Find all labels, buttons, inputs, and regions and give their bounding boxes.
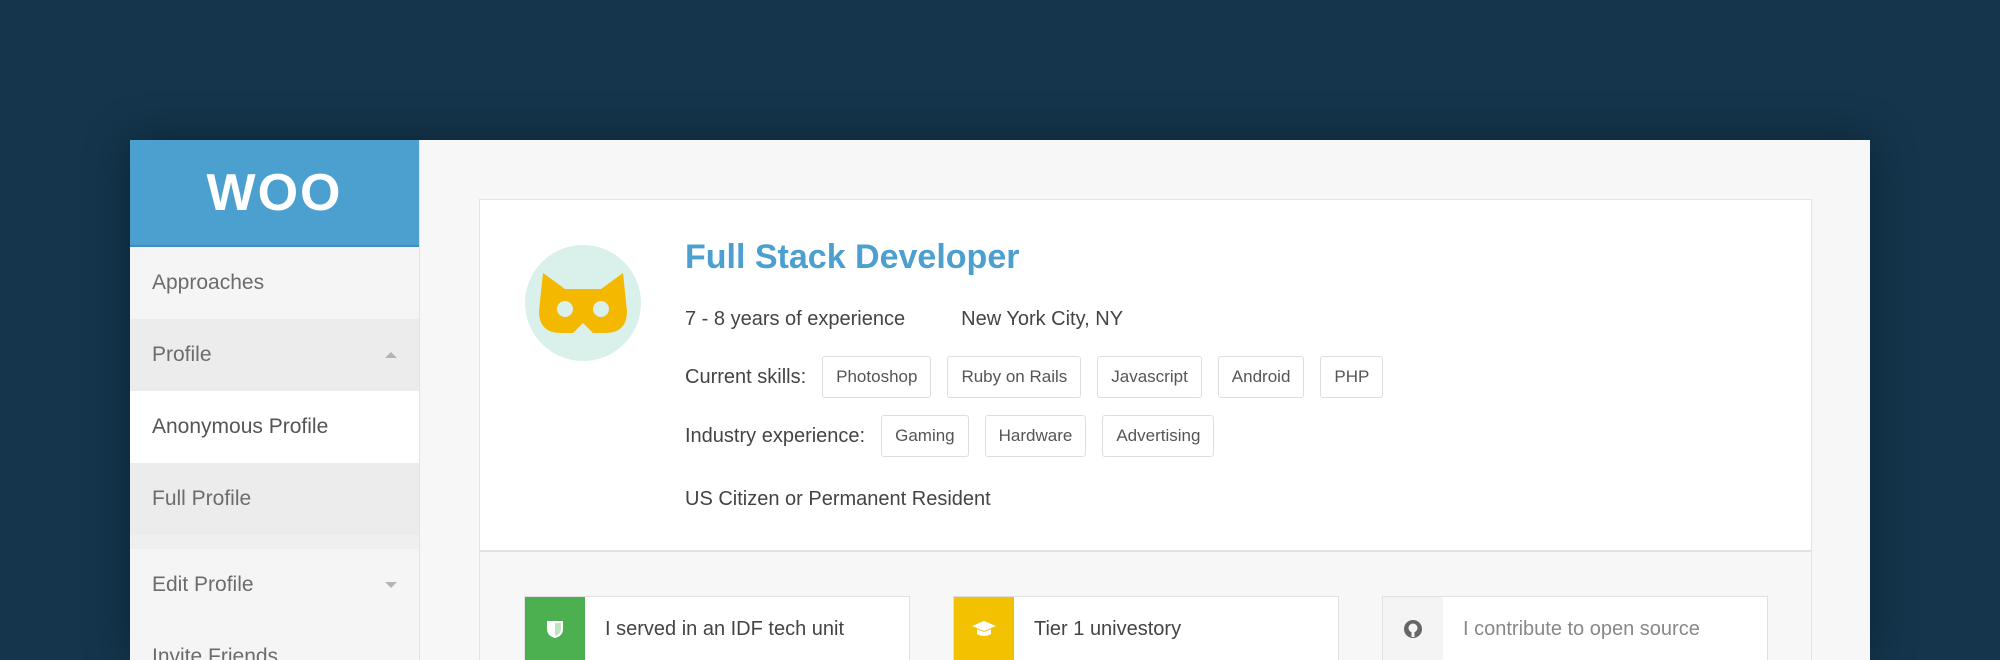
profile-meta: 7 - 8 years of experience New York City,… (685, 308, 1123, 331)
industry-tag[interactable]: Gaming (881, 415, 969, 457)
sidebar-item-profile[interactable]: Profile (130, 319, 419, 391)
avatar (525, 245, 641, 361)
sidebar-item-anonymous-profile[interactable]: Anonymous Profile (130, 391, 419, 463)
graduation-cap-icon (954, 597, 1014, 660)
skill-tag[interactable]: Android (1217, 356, 1305, 398)
skill-tag[interactable]: PHP (1320, 356, 1384, 398)
badge-label: Tier 1 univestory (1034, 617, 1182, 640)
experience-text: 7 - 8 years of experience (685, 308, 906, 330)
github-icon (1383, 597, 1443, 660)
skill-tag[interactable]: Ruby on Rails (947, 356, 1082, 398)
main-content: Full Stack Developer 7 - 8 years of expe… (420, 140, 1870, 660)
sidebar-item-label: Invite Friends (152, 645, 279, 660)
sidebar: WOO Approaches Profile Anonymous Profile… (130, 140, 420, 660)
sidebar-item-invite-friends[interactable]: Invite Friends (130, 621, 419, 660)
skill-tag[interactable]: Photoshop (822, 356, 932, 398)
location-text: New York City, NY (961, 308, 1124, 330)
chevron-up-icon (385, 352, 397, 358)
industry-tag[interactable]: Advertising (1102, 415, 1215, 457)
sidebar-item-edit-profile[interactable]: Edit Profile (130, 549, 419, 621)
badge-label: I served in an IDF tech unit (605, 617, 845, 640)
sidebar-item-label: Anonymous Profile (152, 415, 329, 438)
industry-row: Industry experience: Gaming Hardware Adv… (685, 415, 1230, 457)
sidebar-item-label: Profile (152, 343, 212, 366)
skill-tag[interactable]: Javascript (1097, 356, 1202, 398)
profile-card: Full Stack Developer 7 - 8 years of expe… (479, 199, 1812, 660)
sidebar-item-label: Edit Profile (152, 573, 254, 596)
page-title: Full Stack Developer (685, 238, 1020, 276)
logo[interactable]: WOO (130, 140, 419, 247)
industry-tag[interactable]: Hardware (984, 415, 1087, 457)
app-window: WOO Approaches Profile Anonymous Profile… (130, 140, 1870, 660)
industry-label: Industry experience: (685, 424, 866, 447)
badge-open-source[interactable]: I contribute to open source (1382, 596, 1768, 660)
badge-tier-1-university[interactable]: Tier 1 univestory (953, 596, 1339, 660)
shield-icon (525, 597, 585, 660)
badges-section: I served in an IDF tech unit Tier 1 univ… (480, 550, 1811, 660)
sidebar-item-label: Full Profile (152, 487, 252, 510)
cat-mask-icon (539, 273, 627, 333)
sidebar-item-approaches[interactable]: Approaches (130, 247, 419, 319)
skills-row: Current skills: Photoshop Ruby on Rails … (685, 356, 1399, 398)
sidebar-divider (130, 535, 419, 549)
badge-idf-tech-unit[interactable]: I served in an IDF tech unit (524, 596, 910, 660)
sidebar-item-label: Approaches (152, 271, 265, 294)
skills-label: Current skills: (685, 365, 807, 388)
sidebar-item-full-profile[interactable]: Full Profile (130, 463, 419, 535)
badge-label: I contribute to open source (1463, 617, 1700, 640)
citizenship-text: US Citizen or Permanent Resident (685, 488, 991, 510)
chevron-down-icon (385, 582, 397, 588)
